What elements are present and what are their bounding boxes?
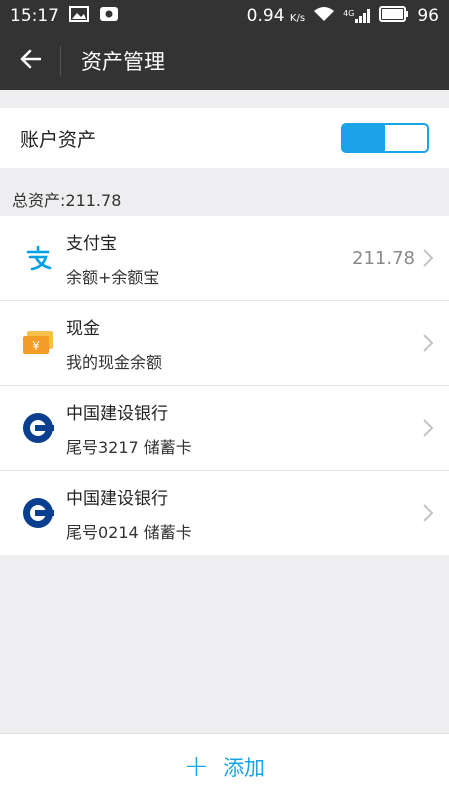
total-assets: 总资产:211.78 xyxy=(12,191,122,210)
list-item-cash[interactable]: ¥ 现金 我的现金余额 xyxy=(0,301,449,386)
account-assets-toggle[interactable] xyxy=(341,123,429,153)
item-title: 现金 xyxy=(66,318,100,339)
list-item-alipay[interactable]: 支付宝 余额+余额宝 211.78 xyxy=(0,216,449,301)
svg-text:¥: ¥ xyxy=(32,339,40,353)
app-notification-icon xyxy=(99,6,119,27)
network-speed: 0.94 K/s xyxy=(247,6,305,26)
item-balance: 211.78 xyxy=(352,247,415,269)
back-button[interactable] xyxy=(0,32,60,90)
network-speed-value: 0.94 xyxy=(246,6,285,26)
account-assets-row: 账户资产 xyxy=(0,108,449,168)
gallery-icon xyxy=(69,5,89,27)
cell-signal-icon: 4G xyxy=(343,9,371,23)
chevron-right-icon xyxy=(423,504,434,522)
status-time: 15:17 xyxy=(10,6,59,26)
header-divider xyxy=(60,46,61,76)
chevron-right-icon xyxy=(423,419,434,437)
bottom-bar: + 添加 xyxy=(0,733,449,800)
alipay-icon xyxy=(18,238,58,278)
app-bar: 资产管理 xyxy=(0,32,449,90)
add-button[interactable]: + 添加 xyxy=(184,752,265,782)
ccb-bank-icon xyxy=(18,493,58,533)
wifi-icon xyxy=(313,6,335,27)
chevron-right-icon xyxy=(423,334,434,352)
signal-type-label: 4G xyxy=(343,9,355,18)
accounts-list: 支付宝 余额+余额宝 211.78 ¥ 现金 我的现金余额 中国建设银行 尾号3… xyxy=(0,216,449,555)
cash-icon: ¥ xyxy=(18,323,58,363)
add-label: 添加 xyxy=(223,756,266,780)
list-item-ccb-0214[interactable]: 中国建设银行 尾号0214 储蓄卡 xyxy=(0,471,449,555)
plus-icon: + xyxy=(183,749,210,784)
item-subtitle: 尾号0214 储蓄卡 xyxy=(66,522,192,542)
status-bar: 15:17 0.94 K/s 4G 96 xyxy=(0,0,449,32)
toggle-fill xyxy=(343,125,385,151)
item-subtitle: 余额+余额宝 xyxy=(66,267,160,287)
battery-level: 96 xyxy=(417,6,439,26)
ccb-bank-icon xyxy=(18,408,58,448)
item-title: 支付宝 xyxy=(66,233,117,254)
item-title: 中国建设银行 xyxy=(66,488,168,509)
item-subtitle: 我的现金余额 xyxy=(66,352,163,372)
chevron-right-icon xyxy=(423,249,434,267)
back-arrow-icon xyxy=(19,49,42,73)
account-assets-label: 账户资产 xyxy=(20,128,97,151)
network-speed-unit: K/s xyxy=(289,13,306,24)
battery-icon xyxy=(379,5,409,27)
list-item-ccb-3217[interactable]: 中国建设银行 尾号3217 储蓄卡 xyxy=(0,386,449,471)
item-title: 中国建设银行 xyxy=(66,403,168,424)
page-title: 资产管理 xyxy=(81,50,165,74)
item-subtitle: 尾号3217 储蓄卡 xyxy=(66,437,192,457)
